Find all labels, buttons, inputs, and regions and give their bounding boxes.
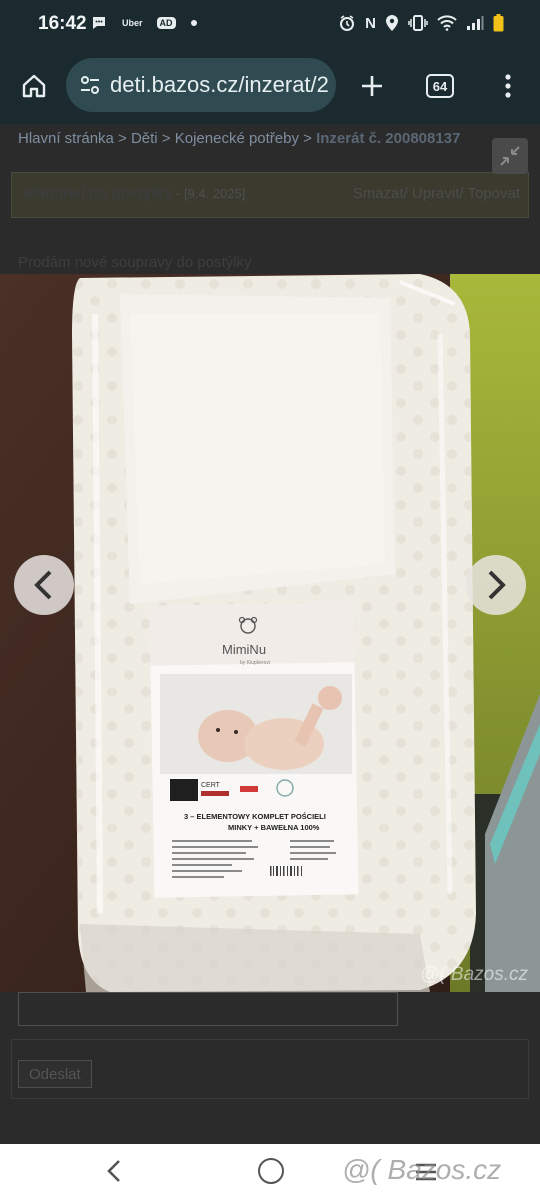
nfc-icon: N	[365, 14, 376, 32]
battery-icon	[493, 14, 504, 32]
location-icon	[385, 14, 399, 32]
exit-fullscreen-button[interactable]	[492, 138, 528, 174]
url-bar[interactable]: deti.bazos.cz/inzerat/2	[66, 58, 336, 112]
plus-icon	[362, 76, 382, 96]
reply-textarea[interactable]	[18, 992, 398, 1026]
status-left-icons: Uber AD	[90, 14, 198, 32]
collapse-icon	[500, 146, 520, 166]
url-text[interactable]: deti.bazos.cz/inzerat/2	[110, 72, 329, 98]
vibrate-icon	[408, 14, 428, 32]
dot-icon	[190, 19, 198, 27]
home-nav-button[interactable]	[258, 1158, 284, 1184]
tab-switcher-button[interactable]: 64	[426, 74, 454, 98]
new-tab-button[interactable]	[352, 66, 392, 106]
svg-text:3 – ELEMENTOWY KOMPLET POŚCIEL: 3 – ELEMENTOWY KOMPLET POŚCIELI	[184, 812, 326, 821]
wifi-icon	[437, 15, 457, 31]
product-photo: MimiNu by Klupšerovi CERT 3 – ELEMENTOWY…	[0, 274, 540, 992]
svg-text:CERT: CERT	[201, 782, 221, 789]
status-bar: 16:42 Uber AD N	[0, 0, 540, 48]
ad-description: Prodám nové soupravy do postýlky	[18, 254, 252, 271]
chat-bubble-icon	[90, 14, 108, 32]
home-icon	[22, 74, 46, 98]
svg-text:by Klupšerovi: by Klupšerovi	[240, 660, 270, 666]
send-button[interactable]: Odeslat	[18, 1060, 92, 1088]
photo-watermark: @( Bazos.cz	[420, 964, 528, 985]
system-nav-bar: @( Bazos.cz	[0, 1144, 540, 1200]
ad-header: Mantinel do postýlky - [9.4. 2025] Smaza…	[11, 172, 529, 218]
alarm-icon	[338, 14, 356, 32]
ad-actions-links[interactable]: Smazat/ Upravit/ Topovat	[353, 185, 520, 202]
chevron-left-icon	[34, 570, 52, 600]
status-right-icons: N	[338, 14, 504, 32]
ad-badge-icon: AD	[156, 17, 176, 29]
svg-text:MimiNu: MimiNu	[222, 642, 266, 657]
nav-watermark: @( Bazos.cz	[342, 1154, 502, 1185]
signal-icon	[466, 15, 484, 31]
site-settings-icon[interactable]	[78, 73, 102, 97]
more-vert-icon	[505, 74, 511, 98]
ad-title: Mantinel do postýlky	[24, 185, 173, 202]
uber-icon: Uber	[122, 18, 143, 28]
ad-date: - [9.4. 2025]	[176, 186, 246, 201]
home-button[interactable]	[14, 66, 54, 106]
previous-photo-button[interactable]	[14, 555, 74, 615]
svg-text:MINKY + BAWEŁNA 100%: MINKY + BAWEŁNA 100%	[228, 823, 320, 832]
back-icon[interactable]	[100, 1156, 130, 1186]
browser-menu-button[interactable]	[494, 66, 522, 106]
status-time: 16:42	[38, 13, 87, 34]
breadcrumb-path[interactable]: Hlavní stránka > Děti > Kojenecké potřeb…	[18, 130, 316, 147]
browser-toolbar: deti.bazos.cz/inzerat/2 64	[0, 48, 540, 124]
breadcrumb-current: Inzerát č. 200808137	[316, 130, 461, 147]
chevron-right-icon	[488, 570, 506, 600]
lightbox-photo: MimiNu by Klupšerovi CERT 3 – ELEMENTOWY…	[0, 274, 540, 992]
next-photo-button[interactable]	[466, 555, 526, 615]
breadcrumb: Hlavní stránka > Děti > Kojenecké potřeb…	[18, 130, 460, 147]
